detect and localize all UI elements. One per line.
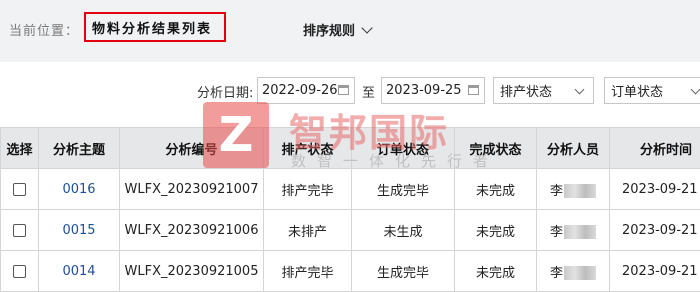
order-status-select[interactable]: 订单状态 xyxy=(604,77,700,104)
column-header[interactable]: 分析人员 xyxy=(537,128,610,169)
code-cell: WLFX_20230921005 xyxy=(120,251,264,292)
redacted-name xyxy=(564,184,596,198)
order-status-cell: 生成完毕 xyxy=(352,251,455,292)
person-cell: 李 xyxy=(537,169,610,210)
topic-link[interactable]: 0016 xyxy=(62,182,95,197)
schedule-status-cell: 未排产 xyxy=(264,210,352,251)
schedule-status-cell: 排产完毕 xyxy=(264,251,352,292)
topic-link[interactable]: 0015 xyxy=(62,223,95,238)
topic-cell[interactable]: 0016 xyxy=(39,169,120,210)
topic-cell[interactable]: 0015 xyxy=(39,210,120,251)
location-highlight-box: 物料分析结果列表 xyxy=(84,12,226,42)
date-to-separator: 至 xyxy=(362,82,375,101)
page-title: 物料分析结果列表 xyxy=(92,18,212,37)
schedule-status-select[interactable]: 排产状态 xyxy=(493,77,594,104)
date-filter-label: 分析日期: xyxy=(197,82,253,101)
select-cell[interactable] xyxy=(1,210,39,251)
time-cell: 2023-09-21 1 xyxy=(610,169,700,210)
topic-link[interactable]: 0014 xyxy=(62,264,95,279)
column-header[interactable]: 分析主题 xyxy=(39,128,120,169)
row-checkbox[interactable] xyxy=(13,183,26,196)
row-checkbox[interactable] xyxy=(13,265,26,278)
top-bar: 当前位置： 物料分析结果列表 排序规则 xyxy=(0,0,700,62)
order-status-cell: 生成完毕 xyxy=(352,169,455,210)
chevron-down-icon xyxy=(575,85,585,95)
topic-cell[interactable]: 0014 xyxy=(39,251,120,292)
sort-rule-dropdown[interactable]: 排序规则 xyxy=(303,20,371,39)
person-cell: 李 xyxy=(537,251,610,292)
order-status-value: 订单状态 xyxy=(611,81,663,100)
results-table: 选择 分析主题 分析编号 排产状态 订单状态 完成状态 分析人员 分析时间 00… xyxy=(0,127,700,292)
table-row[interactable]: 0016 WLFX_20230921007 排产完毕 生成完毕 未完成 李 20… xyxy=(1,169,700,210)
date-from-input[interactable]: 2022-09-26 xyxy=(257,77,355,104)
done-status-cell: 未完成 xyxy=(455,169,537,210)
calendar-icon[interactable] xyxy=(468,85,479,95)
column-header[interactable]: 分析时间 xyxy=(610,128,700,169)
date-to-input[interactable]: 2023-09-25 xyxy=(381,77,485,104)
row-checkbox[interactable] xyxy=(13,224,26,237)
person-cell: 李 xyxy=(537,210,610,251)
done-status-cell: 未完成 xyxy=(455,251,537,292)
column-header[interactable]: 选择 xyxy=(1,128,39,169)
chevron-down-icon xyxy=(361,22,372,33)
date-from-value: 2022-09-26 xyxy=(262,83,338,98)
date-to-value: 2023-09-25 xyxy=(386,83,462,98)
chevron-down-icon xyxy=(691,85,700,95)
code-cell: WLFX_20230921007 xyxy=(120,169,264,210)
person-name: 李 xyxy=(550,225,563,240)
location-label: 当前位置： xyxy=(9,20,79,39)
column-header[interactable]: 完成状态 xyxy=(455,128,537,169)
column-header[interactable]: 订单状态 xyxy=(352,128,455,169)
time-cell: 2023-09-21 1 xyxy=(610,210,700,251)
schedule-status-value: 排产状态 xyxy=(500,81,552,100)
code-cell: WLFX_20230921006 xyxy=(120,210,264,251)
done-status-cell: 未完成 xyxy=(455,210,537,251)
table-row[interactable]: 0015 WLFX_20230921006 未排产 未生成 未完成 李 2023… xyxy=(1,210,700,251)
order-status-cell: 未生成 xyxy=(352,210,455,251)
select-cell[interactable] xyxy=(1,251,39,292)
table-header-row: 选择 分析主题 分析编号 排产状态 订单状态 完成状态 分析人员 分析时间 xyxy=(1,128,700,169)
sort-rule-label: 排序规则 xyxy=(303,20,355,39)
table-row[interactable]: 0014 WLFX_20230921005 排产完毕 生成完毕 未完成 李 20… xyxy=(1,251,700,292)
calendar-icon[interactable] xyxy=(338,85,349,95)
select-cell[interactable] xyxy=(1,169,39,210)
person-name: 李 xyxy=(550,184,563,199)
time-cell: 2023-09-21 1 xyxy=(610,251,700,292)
column-header[interactable]: 排产状态 xyxy=(264,128,352,169)
column-header[interactable]: 分析编号 xyxy=(120,128,264,169)
redacted-name xyxy=(564,225,596,239)
redacted-name xyxy=(564,266,596,280)
schedule-status-cell: 排产完毕 xyxy=(264,169,352,210)
person-name: 李 xyxy=(550,266,563,281)
